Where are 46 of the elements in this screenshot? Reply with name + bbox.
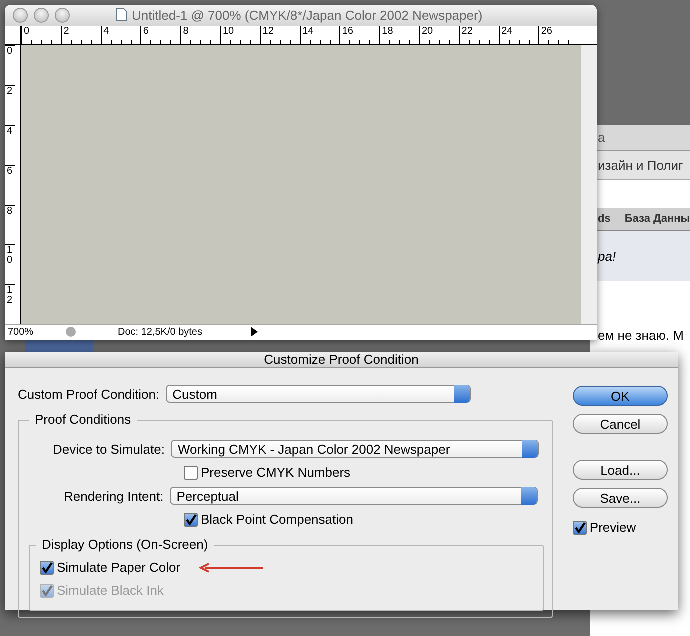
minimize-button[interactable] <box>34 8 49 23</box>
checkbox[interactable] <box>184 512 198 526</box>
status-icon[interactable] <box>64 326 78 338</box>
checkbox-label: Simulate Black Ink <box>57 583 164 598</box>
window-title: Untitled-1 @ 700% (CMYK/8*/Japan Color 2002 Newspaper) <box>132 8 483 23</box>
checkbox[interactable] <box>184 466 198 480</box>
ruler-label: 0 <box>5 45 15 86</box>
ruler-label: 2 <box>5 85 15 125</box>
status-text: Doc: 12,5K/0 bytes <box>118 326 204 338</box>
ruler-label: 10 <box>5 244 15 284</box>
popup-menu[interactable]: Perceptual <box>170 487 538 505</box>
field-label: Custom Proof Condition: <box>18 386 160 402</box>
field-label: Device to Simulate: <box>53 442 165 456</box>
ruler-label: 8 <box>5 204 15 244</box>
checkbox-label: Simulate Paper Color <box>57 560 181 575</box>
checkbox[interactable] <box>40 560 54 574</box>
zoom-field[interactable]: 700% <box>5 326 64 338</box>
ruler-label: 6 <box>5 164 15 205</box>
nav-item[interactable]: ds <box>598 213 611 225</box>
dialog-button[interactable]: Save... <box>572 488 668 508</box>
ruler-label: 4 <box>100 26 140 44</box>
group-title: Display Options (On-Screen) <box>36 537 214 552</box>
popup-menu[interactable]: Working CMYK - Japan Color 2002 Newspaper <box>171 440 539 458</box>
checkbox-label: Preview <box>590 520 636 535</box>
dialog-button[interactable]: Load... <box>572 460 668 480</box>
ruler-label: 14 <box>300 26 340 44</box>
post-heading: ра! <box>598 248 616 264</box>
toolbar-text: а <box>598 130 606 145</box>
nav-item[interactable]: База Данны <box>624 213 690 225</box>
document-icon <box>116 8 128 22</box>
dialog-title: Customize Proof Condition <box>264 352 419 367</box>
popup-menu[interactable]: Custom <box>166 385 471 403</box>
annotation-arrow <box>196 562 265 574</box>
ruler-label: 24 <box>498 26 538 44</box>
post-text: ем не знаю. М <box>598 328 684 343</box>
dialog-button[interactable]: OK <box>572 386 668 406</box>
checkbox-label: Preserve CMYK Numbers <box>201 465 351 480</box>
zoom-button[interactable] <box>55 8 70 23</box>
ruler-label: 4 <box>5 125 15 165</box>
dialog-button[interactable]: Cancel <box>572 414 668 434</box>
checkbox[interactable] <box>572 520 587 534</box>
play-icon[interactable] <box>248 326 260 338</box>
field-label: Rendering Intent: <box>64 488 164 504</box>
close-button[interactable] <box>13 8 28 23</box>
group-title: Proof Conditions <box>29 412 138 427</box>
checkbox-label: Black Point Compensation <box>201 512 354 527</box>
